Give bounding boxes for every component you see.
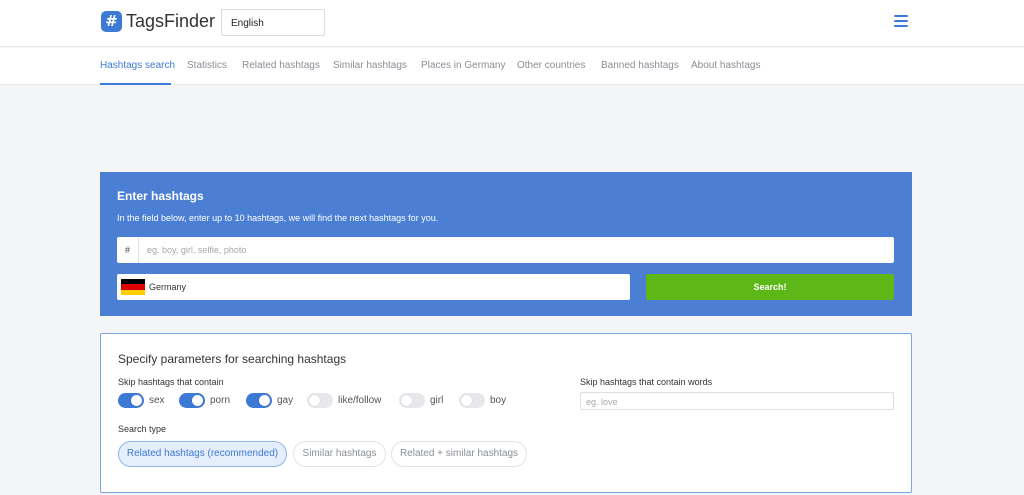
hero-title: Enter hashtags bbox=[117, 189, 204, 203]
logo[interactable]: # TagsFinder bbox=[101, 10, 215, 32]
toggle-boy[interactable]: boy bbox=[459, 392, 506, 408]
search-type-similar[interactable]: Similar hashtags bbox=[293, 441, 386, 467]
search-button[interactable]: Search! bbox=[646, 274, 894, 300]
toggle-gay[interactable]: gay bbox=[246, 392, 293, 408]
header: # TagsFinder English bbox=[0, 0, 1024, 47]
toggle-switch[interactable] bbox=[246, 392, 272, 408]
nav-about-hashtags[interactable]: About hashtags bbox=[691, 60, 761, 71]
search-parameters-panel: Specify parameters for searching hashtag… bbox=[100, 333, 912, 493]
skip-words-label: Skip hashtags that contain words bbox=[580, 377, 713, 387]
toggle-sex[interactable]: sex bbox=[118, 392, 165, 408]
toggle-label: like/follow bbox=[338, 394, 382, 406]
toggle-label: porn bbox=[210, 394, 231, 406]
nav-banned-hashtags[interactable]: Banned hashtags bbox=[601, 60, 679, 71]
nav-related-hashtags[interactable]: Related hashtags bbox=[242, 60, 320, 71]
toggle-switch[interactable] bbox=[307, 392, 333, 408]
search-type-related-similar[interactable]: Related + similar hashtags bbox=[391, 441, 527, 467]
hashtags-placeholder: eg. boy, girl, selfie, photo bbox=[147, 245, 247, 255]
country-label: Germany bbox=[149, 282, 187, 292]
hamburger-icon[interactable] bbox=[894, 15, 908, 27]
toggle-label: girl bbox=[430, 394, 444, 406]
toggle-girl[interactable]: girl bbox=[399, 392, 443, 408]
hero-subtitle: In the field below, enter up to 10 hasht… bbox=[117, 213, 439, 223]
logo-text: TagsFinder bbox=[126, 10, 216, 31]
toggle-switch[interactable] bbox=[118, 392, 144, 408]
hash-prefix-icon: # bbox=[117, 237, 139, 263]
toggle-switch[interactable] bbox=[179, 392, 205, 408]
nav-statistics[interactable]: Statistics bbox=[187, 60, 227, 71]
hashtag-entry-panel: Enter hashtags In the field below, enter… bbox=[100, 172, 912, 316]
nav-hashtags-search[interactable]: Hashtags search bbox=[100, 60, 175, 71]
toggle-switch[interactable] bbox=[399, 392, 425, 408]
hashtag-logo-icon: # bbox=[101, 10, 122, 32]
language-select[interactable]: English bbox=[221, 9, 325, 36]
toggle-like-follow[interactable]: like/follow bbox=[307, 392, 381, 408]
germany-flag-icon bbox=[121, 279, 145, 295]
skip-words-input[interactable]: eg. love bbox=[580, 392, 894, 410]
country-select[interactable]: Germany bbox=[117, 274, 630, 300]
skip-contain-label: Skip hashtags that contain bbox=[118, 377, 224, 387]
toggle-label: gay bbox=[277, 394, 294, 406]
params-title: Specify parameters for searching hashtag… bbox=[118, 352, 347, 366]
nav-similar-hashtags[interactable]: Similar hashtags bbox=[333, 60, 407, 71]
toggle-label: boy bbox=[490, 394, 507, 406]
hashtags-input[interactable]: # eg. boy, girl, selfie, photo bbox=[117, 237, 894, 263]
search-type-label: Search type bbox=[118, 424, 167, 434]
nav-bar: Hashtags search Statistics Related hasht… bbox=[0, 48, 1024, 85]
search-type-related[interactable]: Related hashtags (recommended) bbox=[118, 441, 287, 467]
toggle-label: sex bbox=[149, 394, 165, 406]
active-tab-underline bbox=[100, 83, 171, 85]
nav-places-germany[interactable]: Places in Germany bbox=[421, 60, 505, 71]
toggle-porn[interactable]: porn bbox=[179, 392, 230, 408]
toggle-switch[interactable] bbox=[459, 392, 485, 408]
nav-other-countries[interactable]: Other countries bbox=[517, 60, 585, 71]
